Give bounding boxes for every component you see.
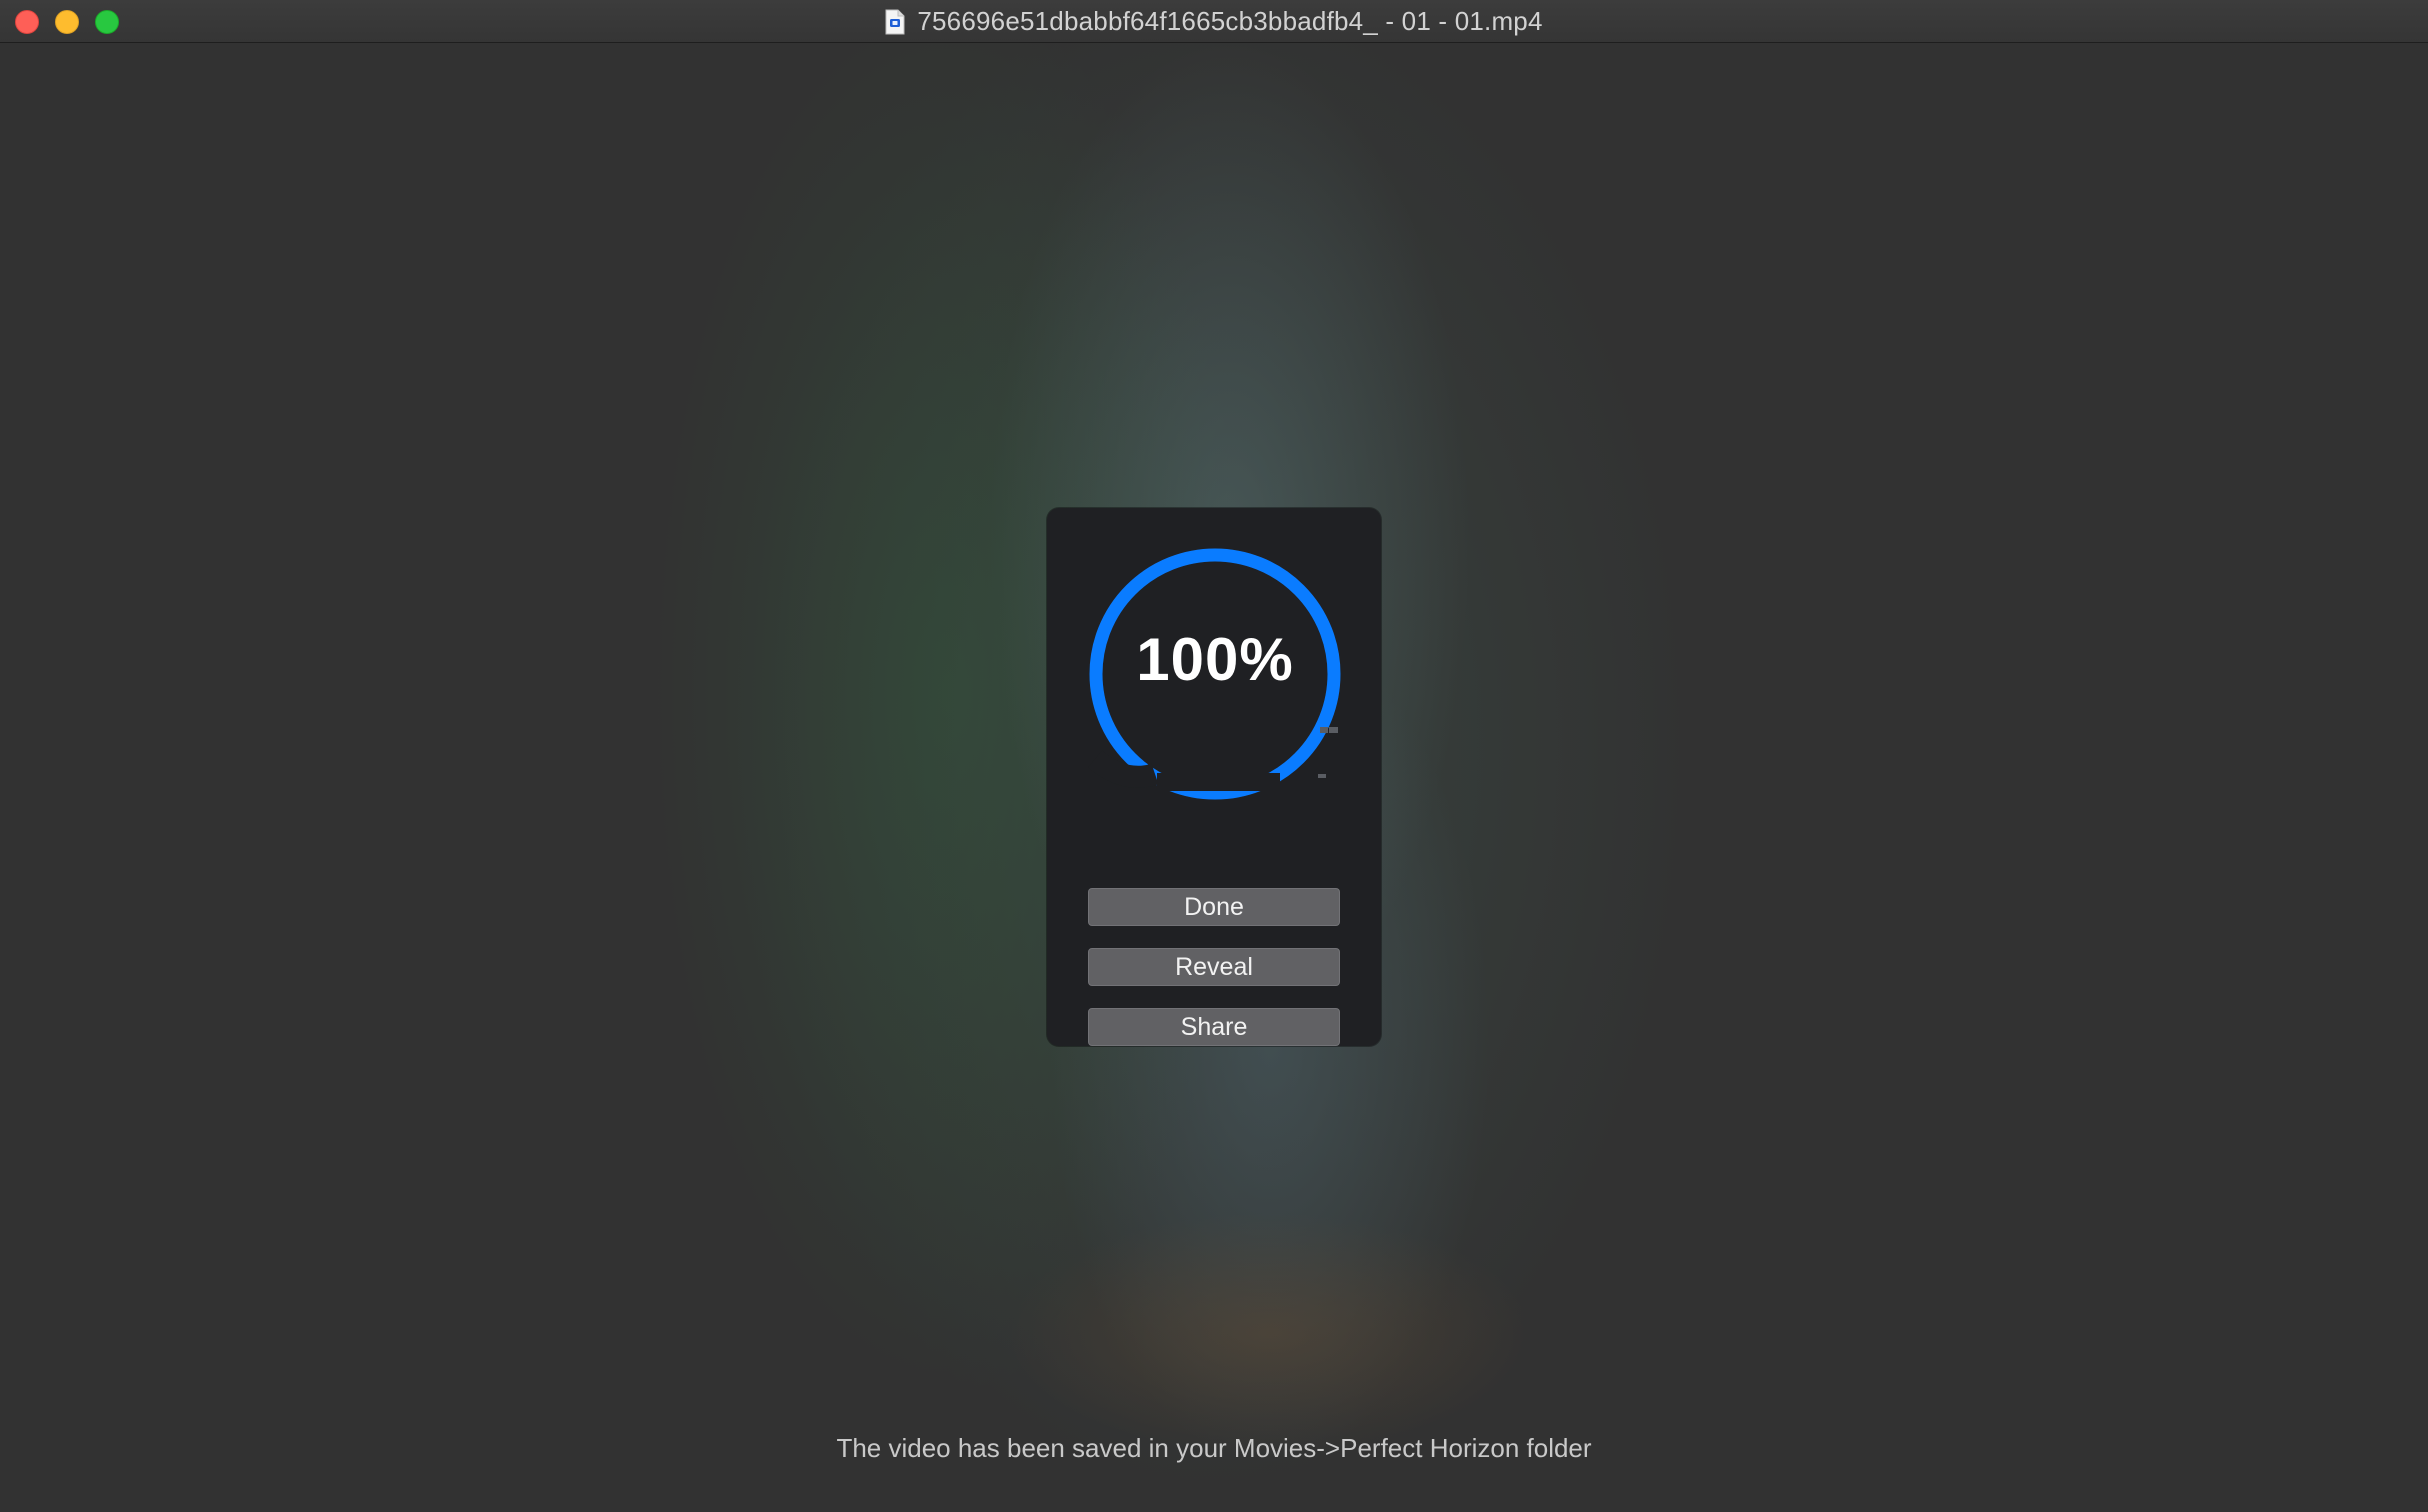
progress-ring: 100% [1085,544,1345,804]
title-group: 756696e51dbabbf64f1665cb3bbadfb4_ - 01 -… [0,0,2428,43]
done-button[interactable]: Done [1088,888,1340,926]
title-bar[interactable]: 756696e51dbabbf64f1665cb3bbadfb4_ - 01 -… [0,0,2428,43]
share-button[interactable]: Share [1088,1008,1340,1046]
window-title: 756696e51dbabbf64f1665cb3bbadfb4_ - 01 -… [917,6,1543,36]
save-status-message: The video has been saved in your Movies-… [836,1433,1592,1463]
export-complete-panel: 100% Done Reveal Share [1047,508,1381,1046]
app-window: 756696e51dbabbf64f1665cb3bbadfb4_ - 01 -… [0,0,2428,1512]
progress-percentage: 100% [1136,625,1294,693]
document-icon [885,9,905,35]
video-preview-area: 100% Done Reveal Share The video has bee… [0,43,2428,1512]
reveal-button[interactable]: Reveal [1088,948,1340,986]
